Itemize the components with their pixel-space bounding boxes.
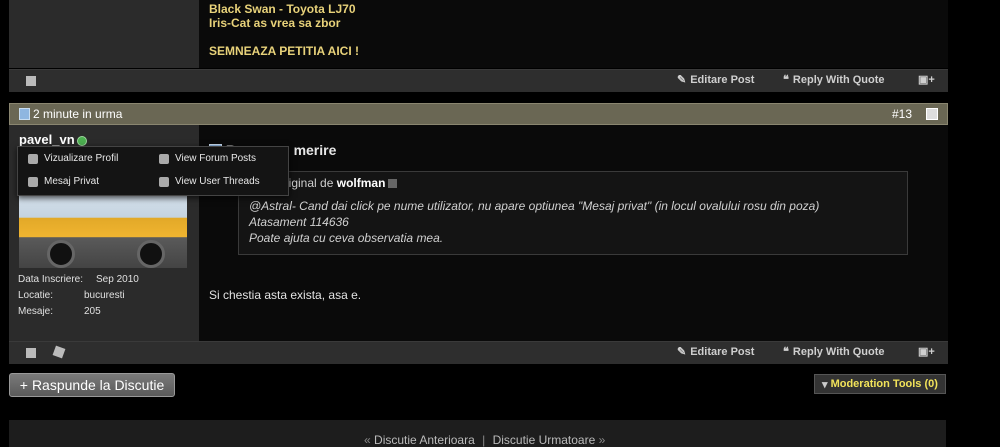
- multiquote-button[interactable]: ▣+: [918, 345, 935, 358]
- pencil-icon: ✎: [677, 74, 687, 86]
- multiquote-button[interactable]: ▣+: [918, 73, 935, 86]
- plus-icon: +: [19, 377, 28, 393]
- quote-text: @Astral- Cand dai click pe nume utilizat…: [249, 199, 820, 245]
- divider: |: [482, 433, 486, 447]
- signature-line: Iris-Cat as vrea sa zbor: [209, 16, 341, 30]
- caret-down-icon: ▾: [822, 378, 828, 391]
- post1-signature: Black Swan - Toyota LJ70 Iris-Cat as vre…: [209, 2, 359, 58]
- multiquote-icon: ▣+: [918, 346, 935, 358]
- post-number-link[interactable]: #13: [892, 107, 912, 121]
- reply-with-quote-button[interactable]: ❝ Reply With Quote: [783, 73, 885, 87]
- menu-view-profile[interactable]: Vizualizare Profil: [28, 153, 118, 164]
- attachment-link[interactable]: Atasament 114636: [249, 214, 819, 230]
- user-icon: [28, 153, 38, 164]
- quote-author: wolfman: [336, 176, 386, 190]
- prev-thread-link[interactable]: Discutie Anterioara: [374, 433, 475, 447]
- thread-navigation: « Discutie Anterioara | Discutie Urmatoa…: [364, 433, 605, 447]
- right-quote-icon: »: [598, 433, 606, 447]
- user-post-count: Mesaje: 205: [18, 306, 101, 317]
- edit-post-button[interactable]: ✎ Editare Post: [677, 345, 754, 359]
- post2-header: [9, 103, 948, 125]
- signature-line: Black Swan - Toyota LJ70: [209, 2, 356, 16]
- avatar-wheel: [137, 240, 165, 268]
- quote-bubble-icon: ❝: [783, 74, 789, 86]
- quote-bubble-icon: ❝: [783, 346, 789, 358]
- multiquote-icon: ▣+: [918, 74, 935, 86]
- edit-post-button[interactable]: ✎ Editare Post: [677, 73, 754, 87]
- avatar-wheel: [47, 240, 75, 268]
- user-join-date: Data Inscriere: Sep 2010: [18, 274, 139, 285]
- menu-view-user-threads[interactable]: View User Threads: [159, 176, 260, 187]
- threads-icon: [159, 176, 169, 187]
- signature-petition-link[interactable]: SEMNEAZA PETITIA AICI !: [209, 44, 359, 58]
- moderation-tools-button[interactable]: ▾ Moderation Tools (0): [814, 374, 946, 394]
- reply-with-quote-button[interactable]: ❝ Reply With Quote: [783, 345, 885, 359]
- online-status-icon: [76, 135, 87, 146]
- pencil-icon: ✎: [677, 346, 687, 358]
- ip-icon[interactable]: [26, 76, 36, 86]
- post1-userinfo-panel: [9, 0, 199, 68]
- avatar: [19, 190, 187, 268]
- post-icon: [19, 108, 30, 120]
- post-date: 2 minute in urma: [19, 107, 122, 121]
- view-post-arrow-icon[interactable]: [388, 179, 398, 189]
- post-message: Si chestia asta exista, asa e.: [209, 288, 362, 302]
- menu-private-message[interactable]: Mesaj Privat: [28, 176, 99, 187]
- username-link[interactable]: pavel_vn: [19, 132, 87, 147]
- user-location: Locatie: bucuresti: [18, 290, 125, 301]
- menu-view-forum-posts[interactable]: View Forum Posts: [159, 153, 256, 164]
- left-quote-icon: «: [364, 433, 371, 447]
- reply-to-thread-button[interactable]: + Raspunde la Discutie: [9, 373, 175, 397]
- select-post-checkbox[interactable]: [926, 108, 938, 120]
- next-thread-link[interactable]: Discutie Urmatoare: [493, 433, 596, 447]
- envelope-icon: [28, 176, 38, 187]
- posts-icon: [159, 153, 169, 164]
- ip-icon[interactable]: [26, 348, 36, 358]
